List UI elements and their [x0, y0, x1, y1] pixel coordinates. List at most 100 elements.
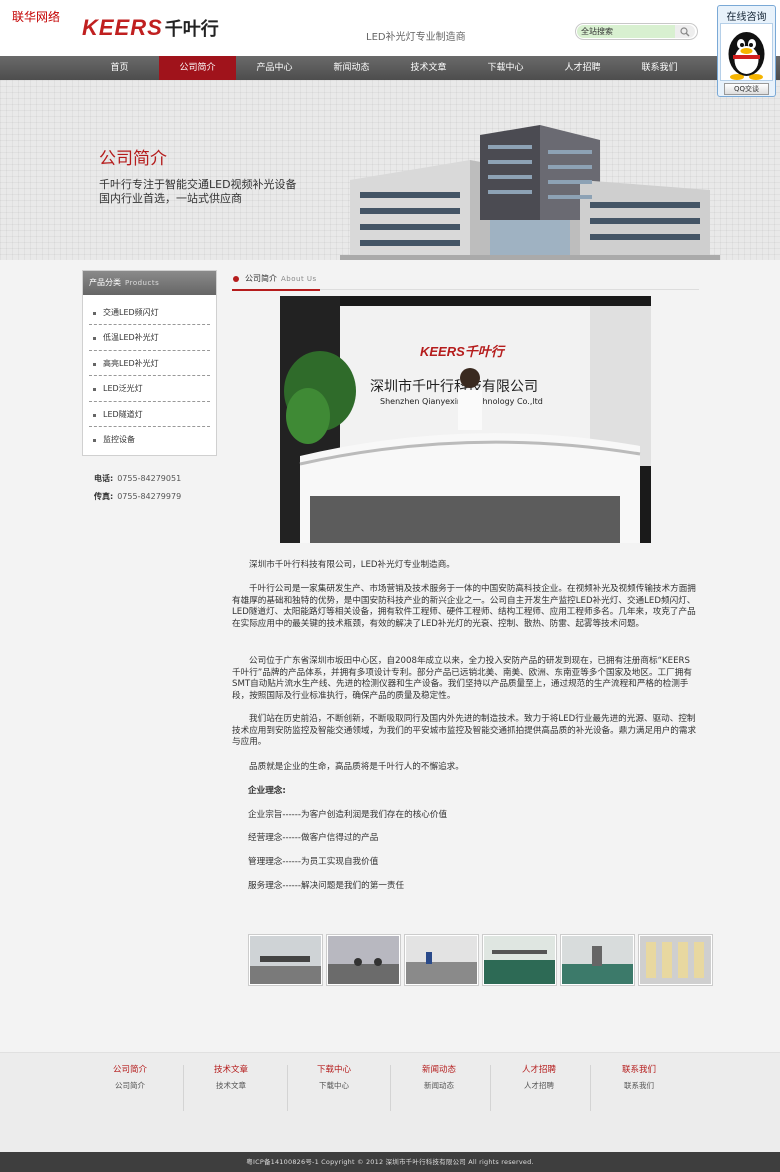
- site-header: 联华网络 KEERS 千叶行 LED补光灯专业制造商: [0, 0, 780, 56]
- sidebar-item[interactable]: 高亮LED补光灯: [89, 351, 210, 377]
- section-bullet-icon: [233, 276, 239, 282]
- sidebar-item-label: LED隧道灯: [103, 409, 143, 419]
- sidebar-list: 交通LED频闪灯 低温LED补光灯 高亮LED补光灯 LED泛光灯 LED隧道灯…: [83, 295, 216, 452]
- concept-title: 企业理念:: [248, 786, 286, 796]
- footer-link[interactable]: 下载中心: [284, 1080, 384, 1091]
- photo-sign-cn: 深圳市千叶行科技有限公司: [370, 378, 538, 395]
- sidebar-header: 产品分类 Products: [83, 271, 216, 295]
- phone-label: 电话:: [94, 474, 114, 483]
- footer-col: 人才招聘 人才招聘: [489, 1063, 589, 1091]
- section-underline: [232, 289, 320, 291]
- sidebar-item-label: LED泛光灯: [103, 384, 143, 394]
- article-paragraph: 公司位于广东省深圳市坂田中心区，自2008年成立以来，全力投入安防产品的研发到现…: [232, 656, 692, 701]
- footer-link[interactable]: 新闻动态: [389, 1080, 489, 1091]
- company-photo: KEERS千叶行 深圳市千叶行科技有限公司 Shenzhen Qianyexin…: [280, 296, 651, 543]
- footer-link[interactable]: 联系我们: [589, 1080, 689, 1091]
- footer-col: 技术文章 技术文章: [181, 1063, 281, 1091]
- sidebar-item-label: 低温LED补光灯: [103, 333, 159, 343]
- sidebar-item[interactable]: 监控设备: [89, 427, 210, 452]
- article-paragraph: 深圳市千叶行科技有限公司，LED补光灯专业制造商。: [249, 560, 455, 570]
- article-paragraph: 品质就是企业的生命，高品质将是千叶行人的不懈追求。: [249, 762, 464, 772]
- phone-value: 0755-84279051: [117, 474, 182, 483]
- footer-heading[interactable]: 新闻动态: [389, 1063, 489, 1075]
- nav-jobs[interactable]: 人才招聘: [544, 56, 621, 80]
- footer-heading[interactable]: 联系我们: [589, 1063, 689, 1075]
- search-box: [575, 23, 698, 40]
- footer-heading[interactable]: 下载中心: [284, 1063, 384, 1075]
- logo-cn: 千叶行: [164, 19, 219, 40]
- footer-link[interactable]: 人才招聘: [489, 1080, 589, 1091]
- contact-fax: 传真: 0755-84279979: [94, 491, 181, 502]
- gallery-thumb[interactable]: [248, 934, 323, 986]
- footer-heading[interactable]: 技术文章: [181, 1063, 281, 1075]
- footer-heading[interactable]: 人才招聘: [489, 1063, 589, 1075]
- nav-home[interactable]: 首页: [81, 56, 158, 80]
- sidebar-item-label: 交通LED频闪灯: [103, 308, 159, 317]
- qq-title: 在线咨询: [726, 12, 767, 23]
- nav-contact[interactable]: 联系我们: [621, 56, 698, 80]
- section-title: 公司简介 About Us: [245, 273, 317, 284]
- sidebar-title-en: Products: [125, 279, 160, 287]
- hero-banner: 公司简介 千叶行专注于智能交通LED视频补光设备 国内行业首选，一站式供应商: [0, 80, 780, 260]
- nav-products[interactable]: 产品中心: [236, 56, 313, 80]
- banner-title: 公司简介: [99, 149, 167, 169]
- search-button[interactable]: [675, 25, 695, 38]
- bullet-icon: [93, 362, 96, 366]
- gallery-thumb[interactable]: [404, 934, 479, 986]
- reception-image: KEERS千叶行 深圳市千叶行科技有限公司 Shenzhen Qianyexin…: [280, 296, 651, 543]
- article-paragraph: 千叶行公司是一家集研发生产、市场营销及技术服务于一体的中国安防高科技企业。在视频…: [232, 584, 696, 629]
- section-header: 公司简介 About Us: [232, 270, 699, 291]
- section-title-cn: 公司简介: [245, 274, 277, 283]
- site-tagline: LED补光灯专业制造商: [366, 32, 466, 43]
- concept-item: 管理理念------为员工实现自我价值: [248, 857, 379, 867]
- bullet-icon: [93, 337, 96, 341]
- gallery-thumb[interactable]: [326, 934, 401, 986]
- bullet-icon: [93, 413, 96, 417]
- qq-penguin-icon: [720, 23, 773, 81]
- nav-articles[interactable]: 技术文章: [390, 56, 467, 80]
- bullet-icon: [93, 388, 96, 392]
- site-footer: 公司简介 公司简介 技术文章 技术文章 下载中心 下载中心 新闻动态 新闻动态 人才招聘…: [0, 1052, 780, 1152]
- nav-news[interactable]: 新闻动态: [313, 56, 390, 80]
- concept-item: 经营理念------做客户信得过的产品: [248, 833, 379, 843]
- bullet-icon: [93, 312, 96, 315]
- photo-sign-logo: KEERS千叶行: [420, 344, 506, 359]
- gallery-thumb[interactable]: [482, 934, 557, 986]
- bullet-icon: [93, 438, 96, 442]
- building-image: [340, 125, 720, 260]
- nav-downloads[interactable]: 下载中心: [467, 56, 544, 80]
- sidebar-item-label: 高亮LED补光灯: [103, 358, 159, 368]
- nav-about[interactable]: 公司简介: [159, 56, 236, 80]
- section-title-en: About Us: [281, 275, 317, 283]
- footer-col: 公司简介 公司简介: [80, 1063, 180, 1091]
- search-input[interactable]: [577, 25, 675, 38]
- sidebar-item[interactable]: LED泛光灯: [89, 376, 210, 402]
- copyright-bar: 粤ICP备14100826号-1 Copyright © 2012 深圳市千叶行…: [0, 1152, 780, 1172]
- footer-link[interactable]: 公司简介: [80, 1080, 180, 1091]
- sidebar-item-label: 监控设备: [103, 434, 135, 444]
- footer-col: 新闻动态 新闻动态: [389, 1063, 489, 1091]
- footer-col: 下载中心 下载中心: [284, 1063, 384, 1091]
- concept-item: 服务理念------解决问题是我们的第一责任: [248, 881, 405, 891]
- contact-phone: 电话: 0755-84279051: [94, 473, 181, 484]
- penguin-icon: [728, 32, 765, 80]
- footer-link[interactable]: 技术文章: [181, 1080, 281, 1091]
- sidebar-title: 产品分类: [89, 278, 121, 287]
- article-paragraph: 我们站在历史前沿，不断创新，不断吸取同行及国内外先进的制造技术。致力于将LED行…: [232, 714, 697, 748]
- sidebar-item[interactable]: LED隧道灯: [89, 402, 210, 427]
- qq-chat-button[interactable]: QQ交谈: [724, 83, 769, 95]
- banner-line-2: 国内行业首选，一站式供应商: [99, 192, 242, 205]
- logo-brand: KEERS: [82, 15, 163, 40]
- factory-gallery: [248, 934, 716, 986]
- sidebar-item[interactable]: 低温LED补光灯: [89, 325, 210, 351]
- sidebar-item[interactable]: 交通LED频闪灯: [89, 300, 210, 326]
- fax-label: 传真:: [94, 492, 114, 501]
- gallery-thumb[interactable]: [560, 934, 635, 986]
- footer-heading[interactable]: 公司简介: [80, 1063, 180, 1075]
- search-icon: [680, 27, 690, 37]
- concept-item: 企业宗旨------为客户创造利润是我们存在的核心价值: [248, 810, 448, 820]
- gallery-thumb[interactable]: [638, 934, 713, 986]
- site-logo[interactable]: KEERS 千叶行: [82, 15, 219, 40]
- corner-tag[interactable]: 联华网络: [12, 8, 60, 25]
- main-nav: 首页 公司简介 产品中心 新闻动态 技术文章 下载中心 人才招聘 联系我们: [0, 56, 780, 80]
